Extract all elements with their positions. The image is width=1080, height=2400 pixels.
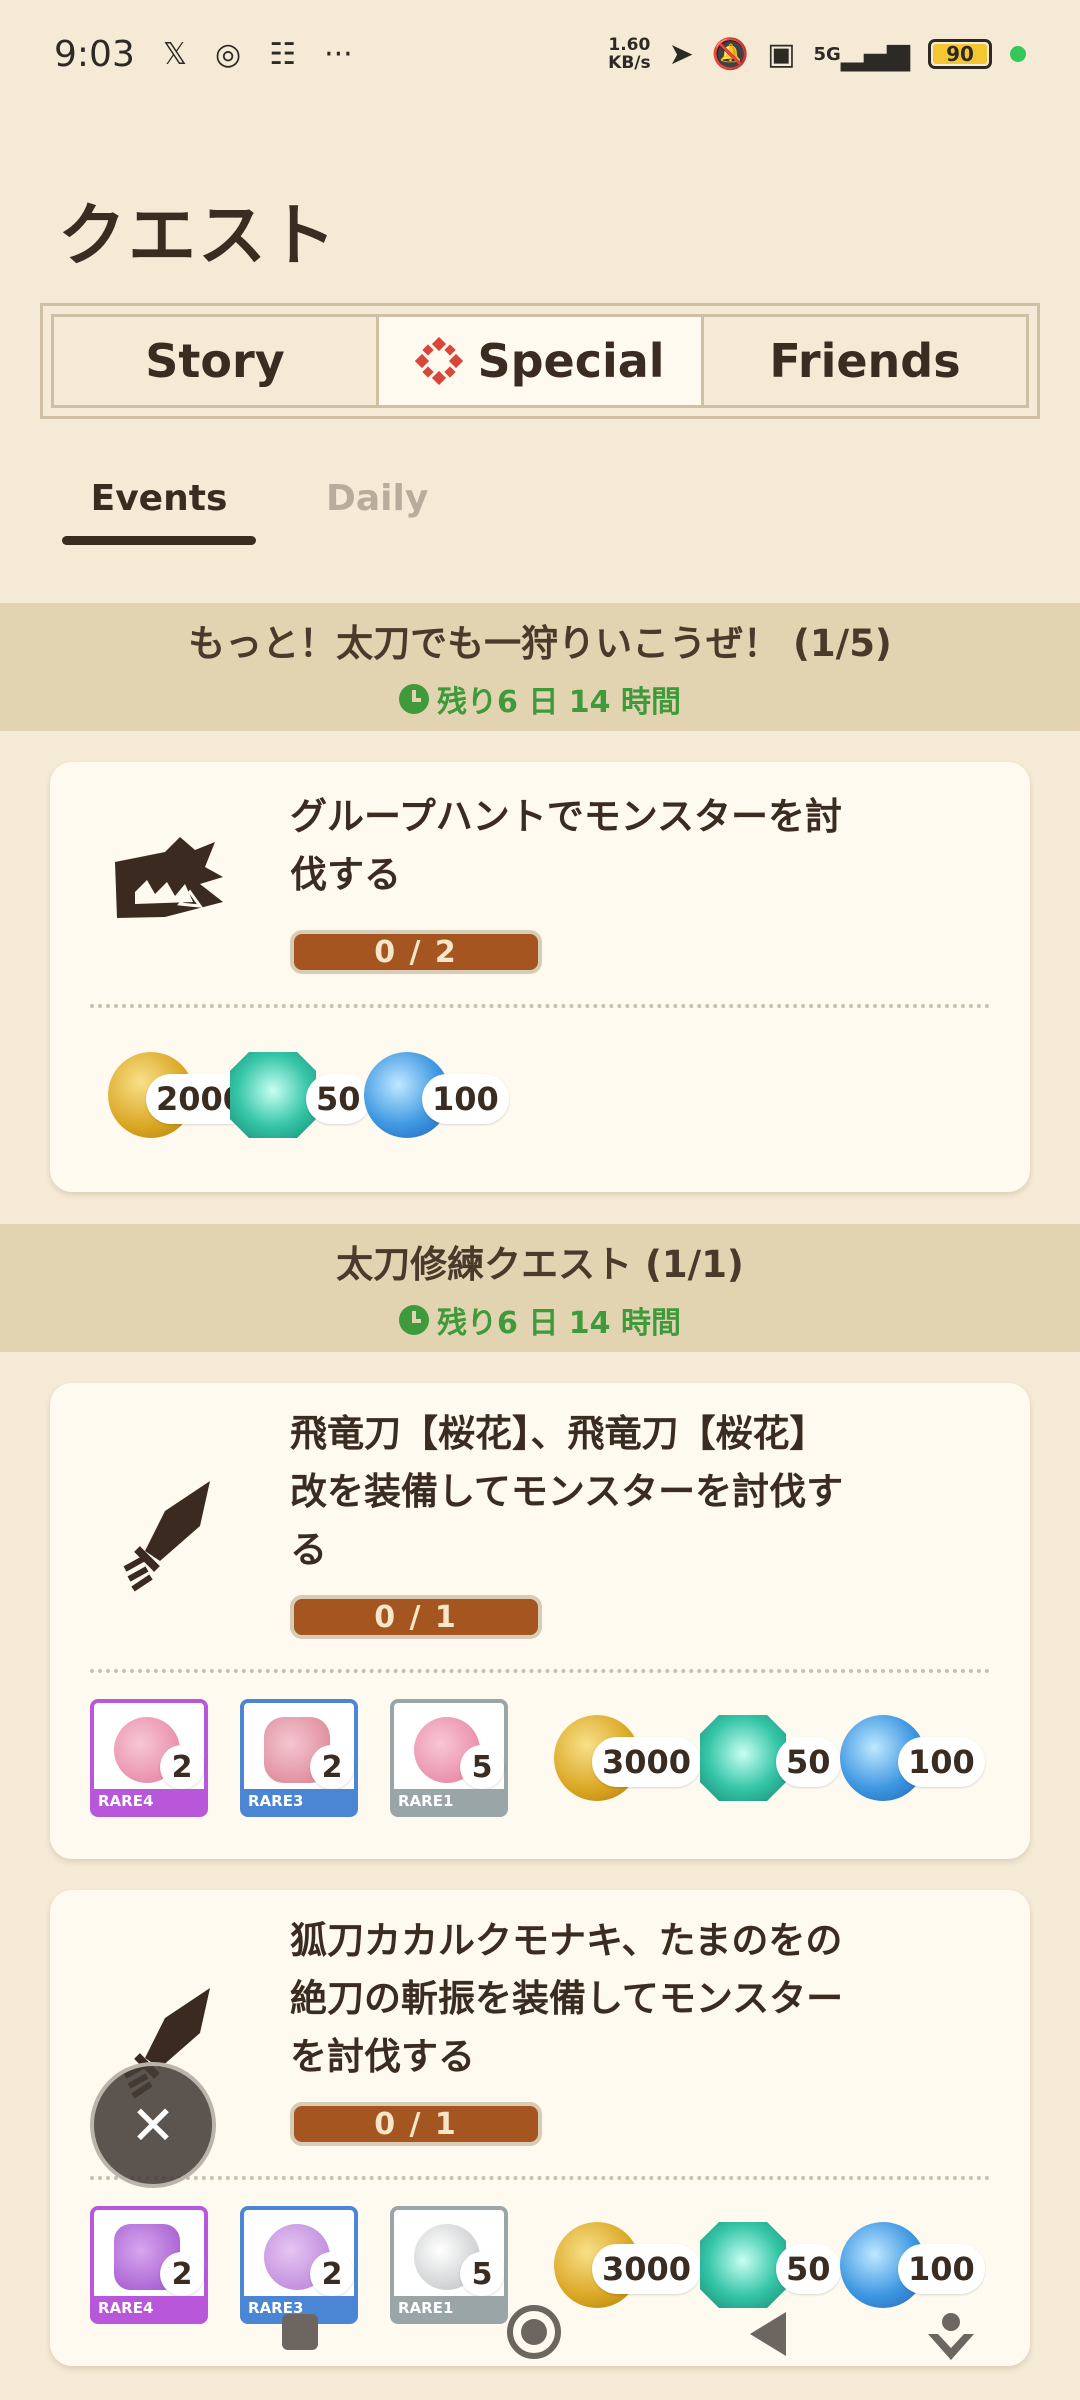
page-title: クエスト [58,197,339,276]
quest-description: 飛竜刀【桜花】、飛竜刀【桜花】 改を装備してモンスターを討伐す る [290,1412,844,1571]
network-speed: 1.60 KB/s [608,35,651,73]
more-notifications-icon: ··· [324,36,353,72]
close-floating-button[interactable]: ✕ [90,2062,216,2188]
hide-navbar-button[interactable] [926,2310,976,2362]
monster-fang-icon [115,837,223,918]
tab-friends[interactable]: Friends [701,317,1026,405]
reward-list: 2000 50 100 [108,1052,509,1138]
reward-item-rare4[interactable]: 2 RARE4 [90,1699,208,1817]
gem-icon [700,1715,786,1801]
volte-icon: ▣ [767,36,796,72]
section-header: もっと！太刀でも一狩りいこうぜ！ (1/5) 残り6 日 14 時間 [0,603,1080,731]
section-title: もっと！太刀でも一狩りいこうぜ！ (1/5) [188,622,892,665]
recent-apps-button[interactable] [278,2310,322,2354]
clock-icon [399,1305,430,1335]
privacy-indicator-dot [1010,46,1026,62]
section-title: 太刀修練クエスト (1/1) [336,1243,744,1286]
quest-progress-bar: 0 / 1 [290,2102,542,2146]
quest-card[interactable]: 飛竜刀【桜花】、飛竜刀【桜花】 改を装備してモンスターを討伐す る 0 / 1 … [50,1383,1030,1859]
reward-item-rare1[interactable]: 5 RARE1 [390,1699,508,1817]
battery-icon: 90 [928,39,992,69]
reward-zenny: 2000 [108,1052,256,1138]
quest-description: グループハントでモンスターを討 伐する [290,795,843,896]
x-app-icon: 𝕏 [162,36,188,72]
clock-icon [399,684,430,714]
location-icon: ➤ [668,36,694,72]
reward-gem: 50 [230,1052,371,1138]
reward-zenny: 3000 [554,1715,702,1801]
status-time: 9:03 [54,33,135,75]
quest-progress-bar: 0 / 1 [290,1595,542,1639]
reward-orb: 100 [364,1052,509,1138]
divider [90,2176,990,2180]
subtab-events[interactable]: Events [62,478,256,545]
reward-item-rare3[interactable]: 2 RARE3 [240,1699,358,1817]
tab-story[interactable]: Story [54,317,376,405]
tab-special[interactable]: Special [376,317,701,405]
quest-progress-bar: 0 / 2 [290,930,542,974]
gem-icon [230,1052,316,1138]
reward-gem: 50 [700,1715,841,1801]
app-notification-icon-2: ☷ [269,36,297,72]
system-navigation-bar [0,2290,1080,2380]
section-header: 太刀修練クエスト (1/1) 残り6 日 14 時間 [0,1224,1080,1352]
status-bar: 9:03 𝕏 ◎ ☷ ··· 1.60 KB/s ➤ 🔕 ▣ 5G ▂▄▆ 90 [0,0,1080,108]
long-sword-icon [123,1481,210,1592]
reward-orb: 100 [840,1715,985,1801]
quest-description: 狐刀カカルクモナキ、たまのをの 絶刀の斬振を装備してモンスター を討伐する [290,1919,844,2078]
home-button[interactable] [506,2304,562,2360]
back-button[interactable] [746,2310,790,2358]
signal-icon: 5G ▂▄▆ [813,36,910,72]
quest-category-tabs: Story Special Friends [40,303,1040,419]
time-remaining: 残り6 日 14 時間 [399,677,681,721]
mute-icon: 🔕 [711,36,750,72]
close-icon: ✕ [130,2093,176,2157]
time-remaining: 残り6 日 14 時間 [399,1298,681,1342]
reward-list: 2 RARE4 2 RARE3 5 RARE1 3000 50 100 [90,1699,985,1817]
subtab-daily[interactable]: Daily [326,478,428,545]
divider [90,1004,990,1008]
divider [90,1669,990,1673]
quest-card[interactable]: グループハントでモンスターを討 伐する 0 / 2 2000 50 100 [50,762,1030,1192]
app-notification-icon: ◎ [215,36,242,72]
special-event-icon [415,337,464,385]
subtabs: Events Daily [62,478,428,545]
